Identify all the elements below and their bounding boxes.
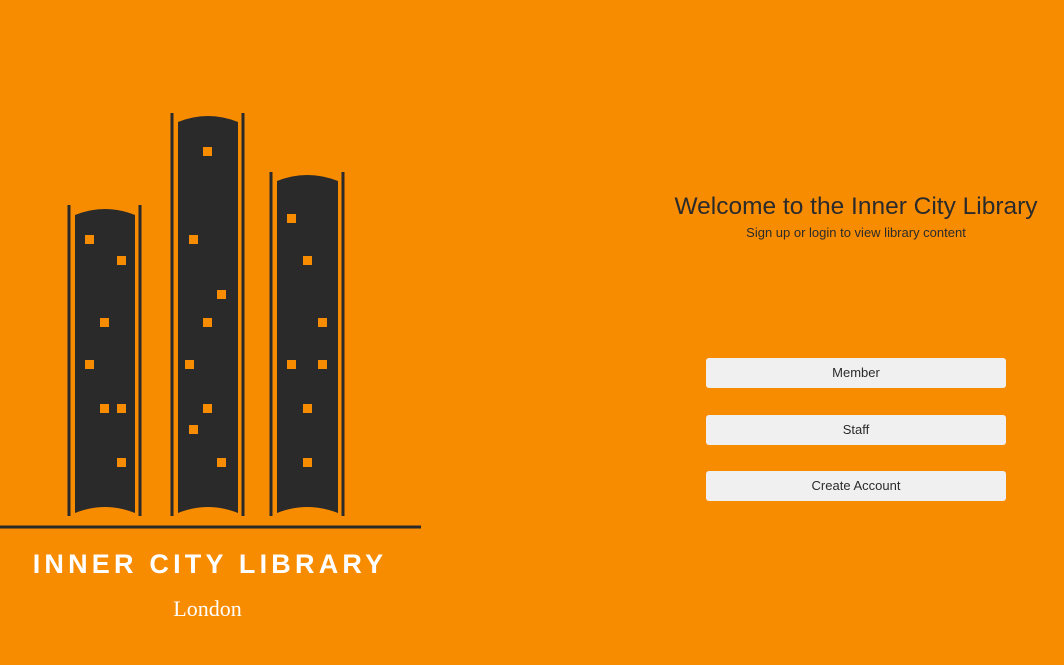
left-book-building [67,205,142,516]
middle-book-building [170,113,245,516]
staff-button[interactable]: Staff [706,415,1006,445]
member-button[interactable]: Member [706,358,1006,388]
logo-city-name: London [173,596,242,621]
welcome-title: Welcome to the Inner City Library [674,193,1038,220]
create-account-button[interactable]: Create Account [706,471,1006,501]
library-logo: INNER CITY LIBRARY London [0,0,430,665]
welcome-screen: INNER CITY LIBRARY London Welcome to the… [0,0,1064,665]
logo-library-name: INNER CITY LIBRARY [32,549,388,579]
welcome-subtitle: Sign up or login to view library content [746,225,966,240]
